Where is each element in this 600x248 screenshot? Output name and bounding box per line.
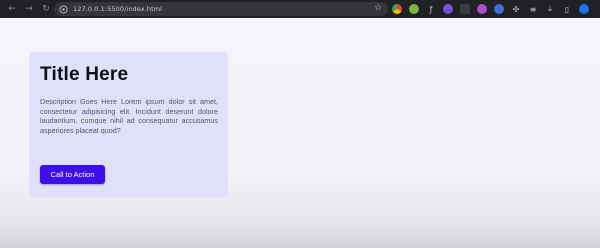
extension-icon-6[interactable] (477, 4, 487, 14)
back-icon[interactable]: ← (5, 2, 19, 16)
extension-icon-5[interactable] (460, 4, 470, 14)
extension-icon-3[interactable]: ƒ (426, 4, 436, 14)
reload-icon[interactable]: ↻ (39, 2, 53, 16)
site-info-icon[interactable] (58, 4, 68, 14)
call-to-action-button[interactable]: Call to Action (40, 165, 105, 184)
address-bar[interactable]: 127.0.0.1:5500/index.html ☆ (54, 2, 388, 16)
menu-icon[interactable]: ▯ (562, 4, 572, 14)
profile-avatar[interactable] (579, 4, 589, 14)
tab-search-icon[interactable]: ≡ (528, 4, 538, 14)
puzzle-icon[interactable]: ✣ (511, 4, 521, 14)
forward-icon[interactable]: → (22, 2, 36, 16)
star-icon[interactable]: ☆ (374, 3, 382, 13)
extension-icon-4[interactable] (443, 4, 453, 14)
extensions-area: ƒ ✣ ≡ ⤓ ▯ (392, 3, 596, 15)
download-icon[interactable]: ⤓ (545, 4, 555, 14)
extension-icon-7[interactable] (494, 4, 504, 14)
url-text: 127.0.0.1:5500/index.html (73, 5, 163, 13)
browser-toolbar: ← → ↻ 127.0.0.1:5500/index.html ☆ ƒ ✣ ≡ … (0, 0, 600, 18)
extension-icon-1[interactable] (392, 4, 402, 14)
card: Title Here Description Goes Here Lorem i… (29, 52, 228, 197)
extension-icon-2[interactable] (409, 4, 419, 14)
card-title: Title Here (40, 64, 129, 85)
card-description: Description Goes Here Lorem ipsum dolor … (40, 97, 218, 135)
